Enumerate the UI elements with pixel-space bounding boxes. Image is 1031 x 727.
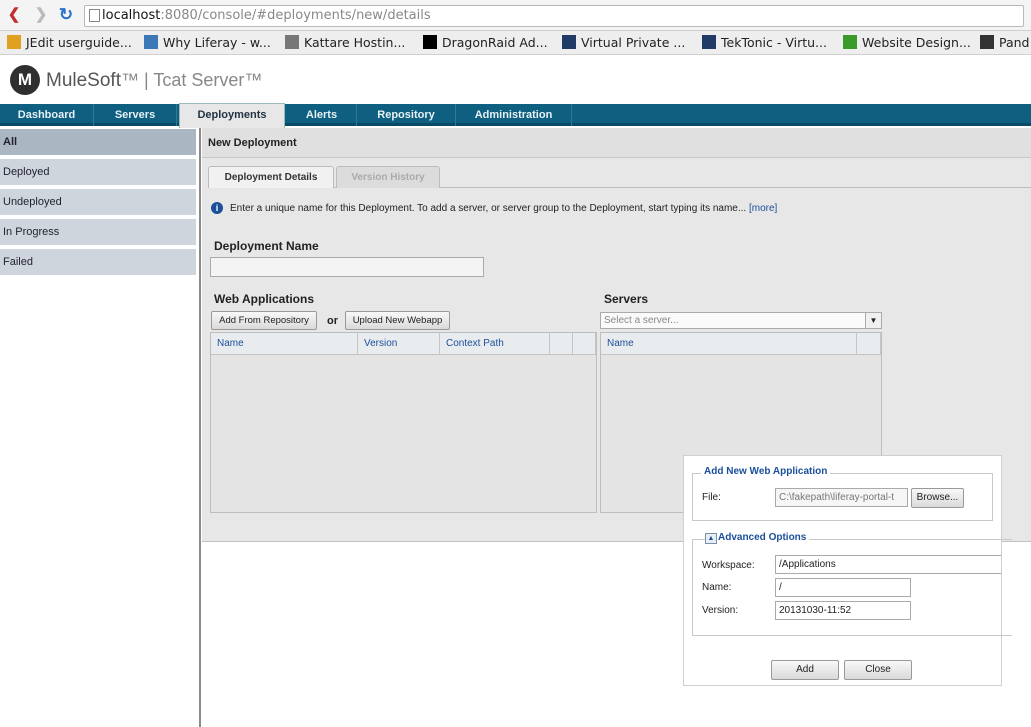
version-label: Version: — [702, 605, 739, 616]
column-header-server-extra — [857, 333, 881, 355]
web-applications-grid: Name Version Context Path — [210, 332, 597, 513]
collapse-icon[interactable]: ▲ — [705, 533, 717, 544]
version-input[interactable]: 20131030-11:52 — [775, 601, 911, 620]
bookmark-item[interactable]: TekTonic - Virtu... — [702, 35, 827, 50]
website-design-icon — [843, 35, 857, 49]
column-header-name[interactable]: Name — [211, 333, 358, 355]
web-applications-grid-header: Name Version Context Path — [211, 333, 596, 355]
main-header — [202, 128, 1031, 158]
column-header-version[interactable]: Version — [358, 333, 440, 355]
url-text[interactable]: localhost:8080/console/#deployments/new/… — [102, 8, 431, 23]
server-select[interactable]: Select a server... — [600, 312, 882, 329]
bookmark-item[interactable]: JEdit userguide... — [7, 35, 132, 50]
bookmark-label: TekTonic - Virtu... — [721, 35, 827, 50]
file-input[interactable]: C:\fakepath\liferay-portal-t — [775, 488, 908, 507]
bookmark-label: Kattare Hostin... — [304, 35, 406, 50]
info-message: Enter a unique name for this Deployment.… — [230, 203, 778, 214]
page-icon — [89, 9, 100, 22]
kattare-icon — [285, 35, 299, 49]
tab-servers[interactable]: Servers — [94, 104, 177, 126]
page-title: New Deployment — [208, 137, 297, 149]
brand-title: MuleSoft™ | Tcat Server™ — [46, 70, 263, 91]
more-link[interactable]: [more] — [749, 203, 777, 214]
column-header-context-path[interactable]: Context Path — [440, 333, 550, 355]
bookmark-label: DragonRaid Ad... — [442, 35, 548, 50]
name-input[interactable]: / — [775, 578, 911, 597]
info-icon: i — [211, 202, 223, 214]
upload-new-webapp-button[interactable]: Upload New Webapp — [345, 311, 450, 330]
tab-dashboard[interactable]: Dashboard — [0, 104, 94, 126]
bookmark-item[interactable]: Kattare Hostin... — [285, 35, 405, 50]
add-from-repository-button[interactable]: Add From Repository — [211, 311, 317, 330]
add-button[interactable]: Add — [771, 660, 839, 680]
browse-button[interactable]: Browse... — [911, 488, 964, 508]
bookmarks-bar: JEdit userguide... Why Liferay - w... Katt… — [0, 31, 1031, 55]
tab-version-history[interactable]: Version History — [336, 166, 440, 188]
bookmark-label: Virtual Private ... — [581, 35, 686, 50]
sidebar-item-all[interactable]: All — [0, 129, 196, 155]
jedit-icon — [7, 35, 21, 49]
vps-icon — [562, 35, 576, 49]
bookmark-item[interactable]: DragonRaid Ad... — [423, 35, 548, 50]
column-header-extra-1 — [550, 333, 573, 355]
bookmark-item[interactable]: Pand — [980, 35, 1030, 50]
mulesoft-logo-icon: M — [10, 65, 40, 95]
web-applications-title: Web Applications — [214, 292, 315, 306]
bookmark-label: Pand — [999, 35, 1030, 50]
dialog-legend: Add New Web Application — [701, 466, 831, 477]
tab-repository[interactable]: Repository — [357, 104, 456, 126]
browser-toolbar: ❮ ❯ ↻ localhost:8080/console/#deployment… — [0, 0, 1031, 31]
bookmark-label: JEdit userguide... — [26, 35, 132, 50]
name-label: Name: — [702, 582, 732, 593]
deployment-name-label: Deployment Name — [214, 239, 319, 253]
workspace-input[interactable]: /Applications — [775, 555, 1001, 574]
dragonraid-icon — [423, 35, 437, 49]
workspace-label: Workspace: — [702, 560, 755, 571]
tektonic-icon — [702, 35, 716, 49]
advanced-options-legend[interactable]: Advanced Options — [715, 532, 810, 543]
servers-title: Servers — [604, 292, 649, 306]
servers-grid-header: Name — [601, 333, 881, 355]
tab-administration[interactable]: Administration — [456, 104, 572, 126]
sidebar-divider[interactable] — [199, 128, 201, 727]
column-header-extra-2 — [573, 333, 596, 355]
sidebar-item-deployed[interactable]: Deployed — [0, 159, 196, 185]
or-label: or — [327, 315, 338, 327]
bookmark-label: Website Design... — [862, 35, 971, 50]
bookmark-label: Why Liferay - w... — [163, 35, 271, 50]
reload-icon[interactable]: ↻ — [58, 6, 74, 23]
bookmark-item[interactable]: Virtual Private ... — [562, 35, 685, 50]
back-icon[interactable]: ❮ — [6, 7, 22, 23]
bookmark-item[interactable]: Why Liferay - w... — [144, 35, 271, 50]
tab-deployments[interactable]: Deployments — [179, 103, 285, 128]
column-header-server-name[interactable]: Name — [601, 333, 857, 355]
forward-icon[interactable]: ❯ — [33, 7, 49, 23]
tab-alerts[interactable]: Alerts — [287, 104, 357, 126]
sidebar-item-undeployed[interactable]: Undeployed — [0, 189, 196, 215]
file-label: File: — [702, 492, 721, 503]
sidebar-item-in-progress[interactable]: In Progress — [0, 219, 196, 245]
pand-icon — [980, 35, 994, 49]
deployment-name-input[interactable] — [210, 257, 484, 277]
liferay-icon — [144, 35, 158, 49]
close-button[interactable]: Close — [844, 660, 912, 680]
sidebar-item-failed[interactable]: Failed — [0, 249, 196, 275]
bookmark-item[interactable]: Website Design... — [843, 35, 971, 50]
tab-deployment-details[interactable]: Deployment Details — [208, 166, 334, 188]
chevron-down-icon[interactable]: ▼ — [865, 312, 882, 329]
